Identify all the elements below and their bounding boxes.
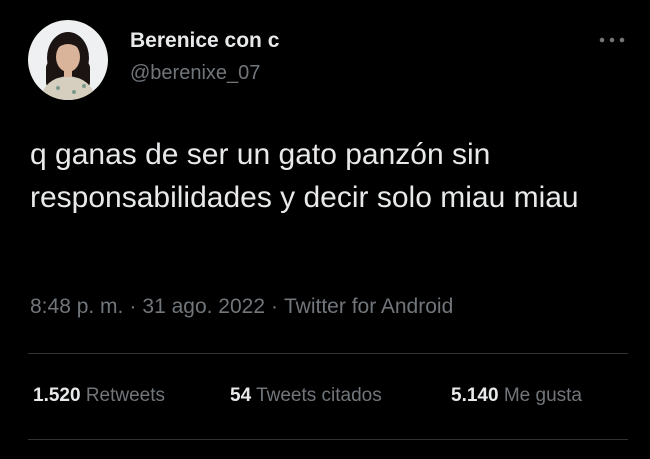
retweets-stat[interactable]: 1.520 Retweets — [33, 385, 165, 407]
avatar-photo-icon — [28, 20, 108, 100]
tweet-card: Berenice con c @berenixe_07 q ganas de s… — [0, 0, 650, 459]
retweets-label: Retweets — [85, 385, 166, 406]
quote-tweets-stat[interactable]: 54 Tweets citados — [230, 385, 382, 407]
divider — [28, 353, 628, 354]
author-handle[interactable]: @berenixe_07 — [130, 62, 260, 85]
tweet-time[interactable]: 8:48 p. m. — [30, 295, 123, 318]
tweet-source[interactable]: Twitter for Android — [284, 295, 453, 318]
divider — [28, 439, 628, 440]
tweet-metadata: 8:48 p. m. · 31 ago. 2022 · Twitter for Andr… — [30, 295, 453, 319]
author-display-name[interactable]: Berenice con c — [130, 29, 279, 53]
likes-count: 5.140 — [451, 385, 499, 406]
meta-separator: · — [129, 295, 137, 318]
quote-tweets-label: Tweets citados — [256, 385, 382, 406]
tweet-date[interactable]: 31 ago. 2022 — [142, 295, 265, 318]
more-options-button[interactable] — [597, 30, 627, 50]
more-horizontal-icon — [599, 37, 625, 43]
quote-tweets-count: 54 — [230, 385, 252, 406]
avatar[interactable] — [28, 20, 108, 100]
likes-stat[interactable]: 5.140 Me gusta — [451, 385, 582, 407]
tweet-text: q ganas de ser un gato panzón sin respon… — [30, 138, 579, 214]
likes-label: Me gusta — [503, 385, 582, 406]
meta-separator: · — [271, 295, 279, 318]
retweets-count: 1.520 — [33, 385, 81, 406]
